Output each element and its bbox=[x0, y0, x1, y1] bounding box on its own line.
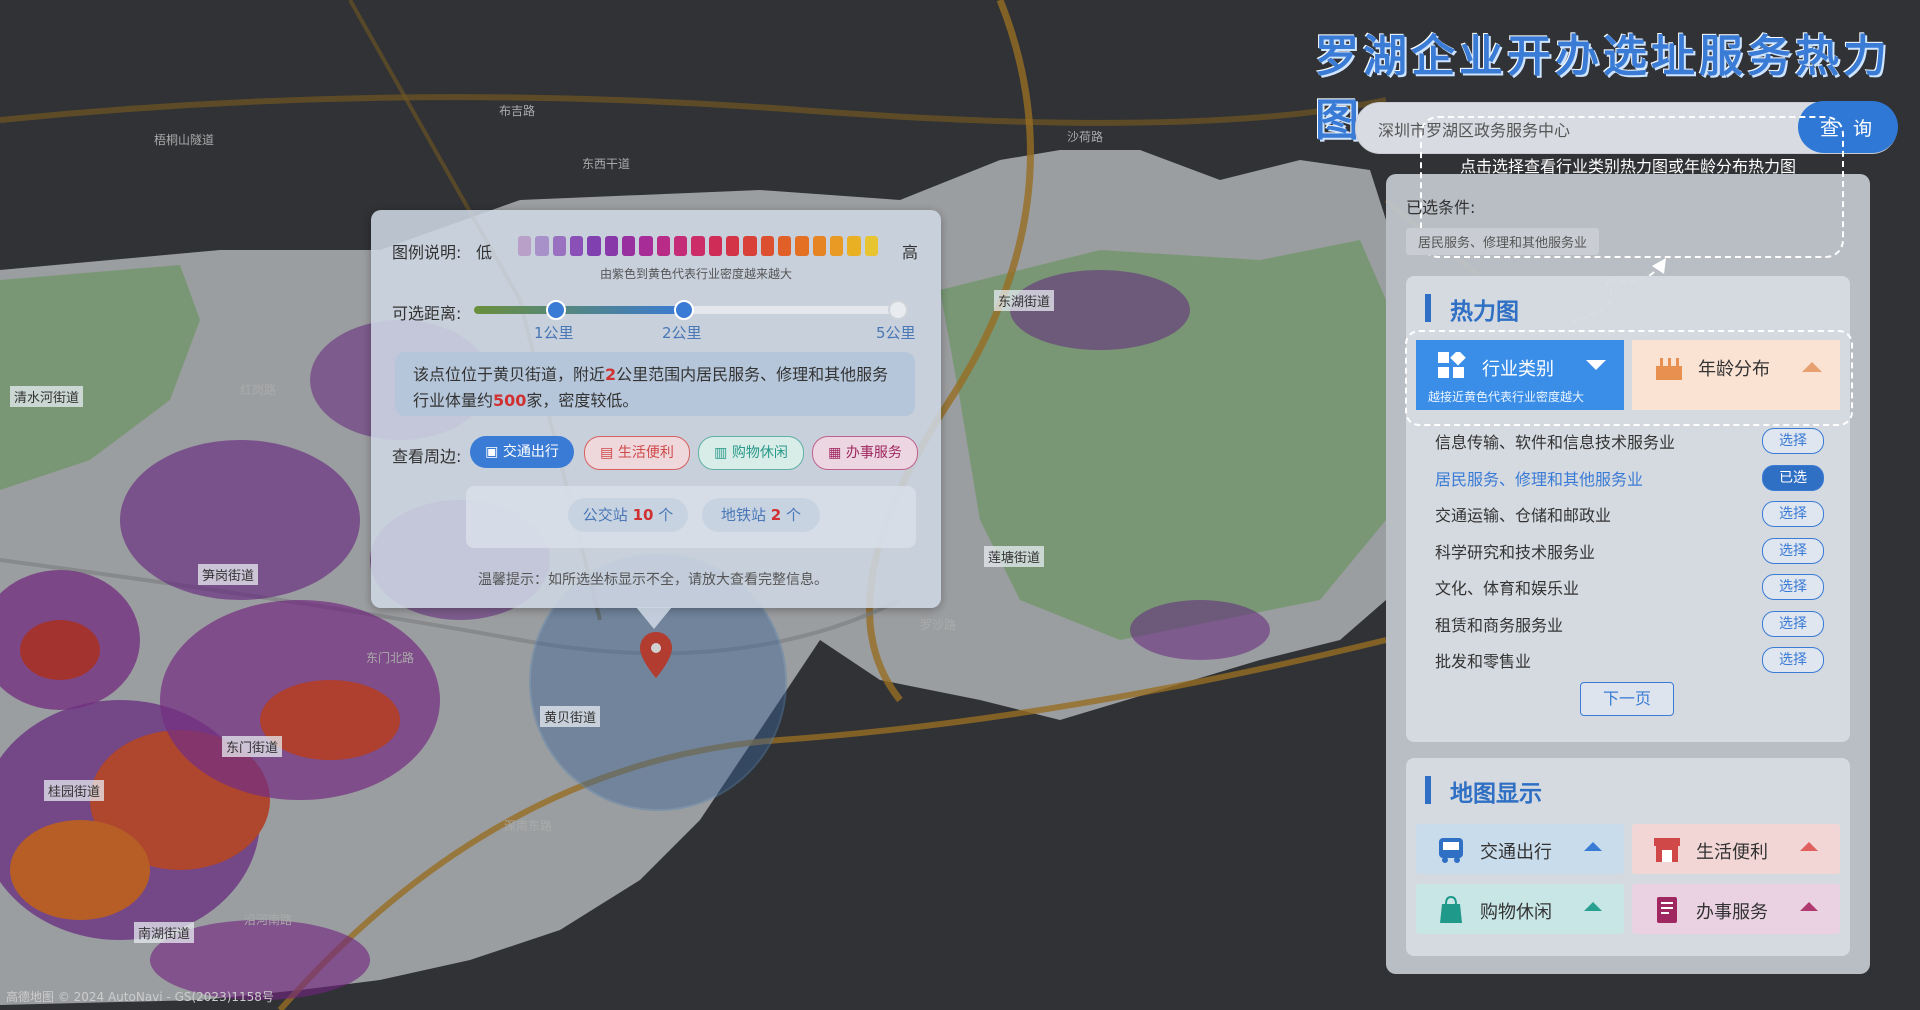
street-label: 东湖街道 bbox=[994, 290, 1055, 311]
store-icon bbox=[1654, 838, 1680, 862]
road-label: 深南东路 bbox=[504, 819, 553, 833]
street-label: 黄贝街道 bbox=[540, 706, 601, 727]
list-item: 信息传输、软件和信息技术服务业 bbox=[1435, 433, 1676, 452]
chevron-up-icon bbox=[1584, 902, 1602, 911]
street-label: 笋岗街道 bbox=[198, 564, 259, 585]
chevron-up-icon bbox=[1800, 842, 1818, 851]
list-item: 科学研究和技术服务业 bbox=[1435, 543, 1596, 562]
list-item: 租赁和商务服务业 bbox=[1435, 616, 1564, 635]
popup-tail bbox=[636, 607, 672, 629]
tip-text: 温馨提示：如所选坐标显示不全，请放大查看完整信息。 bbox=[478, 572, 828, 588]
map-toggle-transport[interactable]: 交通出行 bbox=[1416, 824, 1624, 874]
street-label: 东门街道 bbox=[222, 736, 283, 757]
slider-tick: 2公里 bbox=[662, 324, 702, 342]
bus-icon bbox=[1439, 838, 1463, 863]
list-item: 文化、体育和娱乐业 bbox=[1435, 579, 1580, 598]
document-icon bbox=[1657, 897, 1677, 923]
info-text: 该点位位于黄贝街道，附近2公里范围内居民服务、修理和其他服务 行业体量约500家… bbox=[413, 365, 889, 410]
map-toggle-label: 办事服务 bbox=[1696, 902, 1768, 923]
tabs-dashed-box bbox=[1405, 330, 1853, 426]
store-icon: ▤ bbox=[600, 445, 618, 461]
road-label: 梧桐山隧道 bbox=[154, 133, 215, 147]
nearby-results bbox=[466, 486, 916, 548]
select-button[interactable]: 选择 bbox=[1762, 611, 1824, 637]
nearby-label: 查看周边: bbox=[392, 447, 462, 466]
select-button[interactable]: 选择 bbox=[1762, 647, 1824, 673]
map-toggle-label: 生活便利 bbox=[1696, 842, 1768, 863]
chevron-up-icon bbox=[1800, 902, 1818, 911]
map-toggle-life[interactable]: 生活便利 bbox=[1632, 824, 1840, 874]
street-label: 莲塘街道 bbox=[984, 546, 1045, 567]
map-toggle-label: 交通出行 bbox=[1480, 842, 1552, 863]
road-label: 东西干道 bbox=[582, 157, 631, 171]
legend-high: 高 bbox=[902, 243, 919, 262]
select-button[interactable]: 选择 bbox=[1762, 428, 1824, 454]
map-toggle-service[interactable]: 办事服务 bbox=[1632, 884, 1840, 934]
slider-knob[interactable] bbox=[546, 300, 566, 320]
selected-button[interactable]: 已选 bbox=[1762, 465, 1824, 491]
map-display-title: 地图显示 bbox=[1450, 781, 1542, 807]
chevron-up-icon bbox=[1584, 842, 1602, 851]
selected-condition-tag[interactable]: 居民服务、修理和其他服务业 bbox=[1406, 228, 1600, 255]
select-button[interactable]: 选择 bbox=[1762, 501, 1824, 527]
list-item: 批发和零售业 bbox=[1435, 652, 1532, 671]
legend-note: 由紫色到黄色代表行业密度越来越大 bbox=[600, 267, 793, 281]
distance-label: 可选距离: bbox=[392, 304, 462, 323]
chip-transport[interactable]: ▣ 交通出行 bbox=[470, 436, 574, 468]
street-label: 清水河街道 bbox=[10, 386, 84, 407]
list-item: 交通运输、仓储和邮政业 bbox=[1435, 506, 1612, 525]
chip-life[interactable]: ▤ 生活便利 bbox=[584, 436, 690, 470]
road-label: 东门北路 bbox=[366, 651, 415, 665]
distance-slider-fill bbox=[474, 306, 684, 314]
select-button[interactable]: 选择 bbox=[1762, 574, 1824, 600]
road-label: 罗沙路 bbox=[920, 618, 957, 632]
road-label: 红岗路 bbox=[240, 383, 277, 397]
road-label: 沙荷路 bbox=[1067, 130, 1104, 144]
road-label: 布吉路 bbox=[499, 104, 536, 118]
metro-station-count: 地铁站 2 个 bbox=[702, 498, 820, 532]
map-toggle-label: 购物休闲 bbox=[1480, 902, 1552, 923]
select-button[interactable]: 选择 bbox=[1762, 538, 1824, 564]
legend-scale bbox=[518, 236, 878, 256]
bus-station-count: 公交站 10 个 bbox=[568, 498, 688, 532]
bag-icon: ▥ bbox=[714, 445, 732, 461]
selected-conditions-label: 已选条件: bbox=[1406, 198, 1476, 217]
section-bar bbox=[1425, 776, 1431, 804]
legend-label: 图例说明: bbox=[392, 243, 462, 262]
map-attribution: 高德地图 © 2024 AutoNavi - GS(2023)1158号 bbox=[6, 990, 274, 1004]
map-toggle-shopping[interactable]: 购物休闲 bbox=[1416, 884, 1624, 934]
document-icon: ▦ bbox=[828, 445, 846, 461]
slider-knob[interactable] bbox=[674, 300, 694, 320]
bag-icon bbox=[1440, 896, 1462, 923]
slider-tick: 5公里 bbox=[876, 324, 916, 342]
street-label: 桂园街道 bbox=[44, 780, 105, 801]
street-label: 南湖街道 bbox=[134, 922, 195, 943]
road-label: 沿河南路 bbox=[244, 913, 293, 927]
slider-knob[interactable] bbox=[888, 300, 908, 320]
slider-tick: 1公里 bbox=[534, 324, 574, 342]
chip-shopping[interactable]: ▥ 购物休闲 bbox=[698, 436, 804, 470]
hint-text: 点击选择查看行业类别热力图或年龄分布热力图 bbox=[1460, 157, 1797, 176]
next-page-button[interactable]: 下一页 bbox=[1580, 682, 1674, 716]
chip-service[interactable]: ▦ 办事服务 bbox=[812, 436, 918, 470]
list-item: 居民服务、修理和其他服务业 bbox=[1435, 470, 1644, 489]
section-bar bbox=[1425, 294, 1431, 322]
info-summary: 该点位位于黄贝街道，附近2公里范围内居民服务、修理和其他服务 行业体量约500家… bbox=[395, 352, 915, 416]
legend-low: 低 bbox=[476, 243, 493, 262]
bus-icon: ▣ bbox=[485, 444, 503, 460]
heatmap-section-title: 热力图 bbox=[1450, 299, 1519, 325]
